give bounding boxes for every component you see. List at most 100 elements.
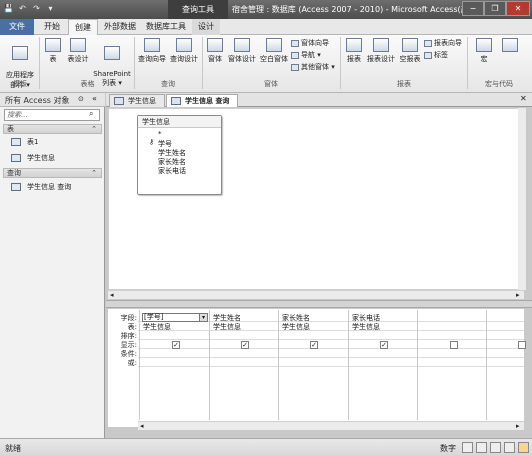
blank-form-button[interactable]: 空白窗体 — [258, 38, 290, 64]
grid-column[interactable]: [学号] ▾ 学生信息 ✓ — [139, 310, 208, 420]
form-wizard-label: 窗体向导 — [301, 39, 329, 47]
upper-vertical-scrollbar[interactable] — [518, 108, 526, 290]
field-list[interactable]: 学生信息 * ⚷ 学号 学生姓名 家长姓名 家长电话 — [137, 115, 222, 195]
close-document-icon[interactable]: ✕ — [520, 94, 527, 103]
module-icon — [502, 38, 518, 52]
show-checkbox[interactable]: ✓ — [172, 341, 180, 349]
show-checkbox[interactable]: ✓ — [310, 341, 318, 349]
doc-tab-student-info[interactable]: 学生信息 — [109, 94, 165, 107]
grid-column[interactable]: 家长姓名 学生信息 ✓ — [278, 310, 347, 420]
tab-create[interactable]: 创建 — [68, 19, 98, 36]
nav-item-student-query[interactable]: 学生信息 查询 — [3, 179, 102, 195]
blank-report-button[interactable]: 空报表 — [397, 38, 423, 64]
show-checkbox[interactable] — [450, 341, 458, 349]
scroll-right-icon[interactable]: ▸ — [516, 422, 520, 430]
labels-button[interactable]: 标签 — [424, 50, 448, 60]
show-checkbox[interactable]: ✓ — [380, 341, 388, 349]
tab-file[interactable]: 文件 — [0, 19, 34, 35]
navigation-button[interactable]: 导航 ▾ — [291, 50, 321, 60]
pivot-table-view-icon[interactable] — [476, 442, 487, 453]
close-button[interactable]: ✕ — [506, 1, 530, 16]
status-text: 就绪 — [5, 444, 21, 453]
show-checkbox[interactable] — [518, 341, 526, 349]
grid-horizontal-scrollbar[interactable]: ◂ ▸ — [138, 421, 524, 430]
field-list-item[interactable]: 家长电话 — [158, 166, 186, 176]
restore-button[interactable]: ❐ — [484, 1, 506, 16]
report-wizard-button[interactable]: 报表向导 — [424, 38, 462, 48]
field-cell[interactable]: [学号] ▾ — [142, 313, 208, 322]
show-checkbox[interactable]: ✓ — [241, 341, 249, 349]
save-icon[interactable]: 💾 — [3, 3, 14, 14]
nav-search-input[interactable]: 搜索... — [4, 109, 100, 121]
form-wizard-button[interactable]: 窗体向导 — [291, 38, 329, 48]
pivot-chart-view-icon[interactable] — [490, 442, 501, 453]
search-icon[interactable]: ⌕ — [89, 109, 93, 119]
scroll-left-icon[interactable]: ◂ — [110, 291, 114, 299]
nav-item-label: 学生信息 — [27, 154, 55, 162]
blank-form-icon — [266, 38, 282, 52]
group-separator — [134, 37, 135, 89]
navigation-label: 导航 ▾ — [301, 51, 321, 59]
form-design-icon — [234, 38, 250, 52]
datasheet-view-icon[interactable] — [462, 442, 473, 453]
form-design-button[interactable]: 窗体设计 — [226, 38, 258, 64]
tab-database-tools[interactable]: 数据库工具 — [140, 19, 192, 35]
grid-column[interactable] — [417, 310, 486, 420]
group-label-reports: 报表 — [397, 80, 411, 88]
table-design-icon — [70, 38, 86, 52]
collapse-pane-icon[interactable]: « — [92, 94, 97, 103]
grid-column[interactable]: 家长电话 学生信息 ✓ — [348, 310, 417, 420]
more-forms-button[interactable]: 其他窗体 ▾ — [291, 62, 335, 72]
sql-view-icon[interactable] — [504, 442, 515, 453]
field-list-item[interactable]: * — [158, 130, 162, 138]
table-cell[interactable]: 学生信息 — [213, 322, 241, 332]
group-label-queries: 查询 — [161, 80, 175, 88]
nav-header[interactable]: 所有 Access 对象 ⊙ « — [0, 93, 105, 107]
customize-qat-icon[interactable]: ▾ — [45, 3, 56, 14]
module-button[interactable] — [500, 38, 520, 54]
form-icon — [207, 38, 223, 52]
scroll-right-icon[interactable]: ▸ — [516, 291, 520, 299]
table-cell[interactable]: 学生信息 — [352, 322, 380, 332]
table-cell[interactable]: 学生信息 — [143, 322, 171, 332]
nav-section-queries[interactable]: 查询 ⌃ — [3, 168, 102, 178]
scroll-left-icon[interactable]: ◂ — [140, 422, 144, 430]
pane-splitter[interactable] — [106, 300, 532, 308]
nav-item-table1[interactable]: 表1 — [3, 134, 102, 150]
dropdown-arrow-icon[interactable]: ▾ — [199, 314, 207, 321]
table-design-button[interactable]: 表设计 — [64, 38, 92, 64]
table-button[interactable]: 表 — [43, 38, 63, 64]
query-design-button[interactable]: 查询设计 — [168, 38, 200, 64]
table-icon — [114, 97, 124, 105]
more-forms-label: 其他窗体 ▾ — [301, 63, 335, 71]
table-cell[interactable]: 学生信息 — [282, 322, 310, 332]
query-icon — [171, 97, 181, 105]
tab-home[interactable]: 开始 — [38, 19, 66, 35]
report-button[interactable]: 报表 — [343, 38, 365, 64]
macro-button[interactable]: 宏 — [474, 38, 494, 64]
design-view-icon[interactable] — [518, 442, 529, 453]
labels-label: 标签 — [434, 51, 448, 59]
chevron-down-icon[interactable]: ⊙ — [78, 95, 84, 103]
group-separator — [39, 37, 40, 89]
numlock-indicator: 数字 — [440, 444, 456, 453]
minimize-button[interactable]: − — [462, 1, 484, 16]
upper-horizontal-scrollbar[interactable]: ◂ ▸ — [108, 290, 524, 299]
grid-column[interactable] — [486, 310, 526, 420]
tab-external-data[interactable]: 外部数据 — [98, 19, 142, 35]
table-icon — [45, 38, 61, 52]
redo-icon[interactable]: ↷ — [31, 3, 42, 14]
form-wizard-icon — [291, 39, 299, 47]
grid-column[interactable]: 学生姓名 学生信息 ✓ — [209, 310, 278, 420]
report-design-icon — [373, 38, 389, 52]
nav-section-tables[interactable]: 表 ⌃ — [3, 124, 102, 134]
report-label: 报表 — [347, 55, 361, 63]
query-wizard-button[interactable]: 查询向导 — [136, 38, 168, 64]
nav-item-student-info[interactable]: 学生信息 — [3, 150, 102, 166]
undo-icon[interactable]: ↶ — [17, 3, 28, 14]
report-design-button[interactable]: 报表设计 — [365, 38, 397, 64]
tab-design[interactable]: 设计 — [192, 19, 220, 35]
form-button[interactable]: 窗体 — [204, 38, 226, 64]
doc-tab-student-query[interactable]: 学生信息 查询 — [166, 94, 238, 107]
form-design-label: 窗体设计 — [228, 55, 256, 63]
